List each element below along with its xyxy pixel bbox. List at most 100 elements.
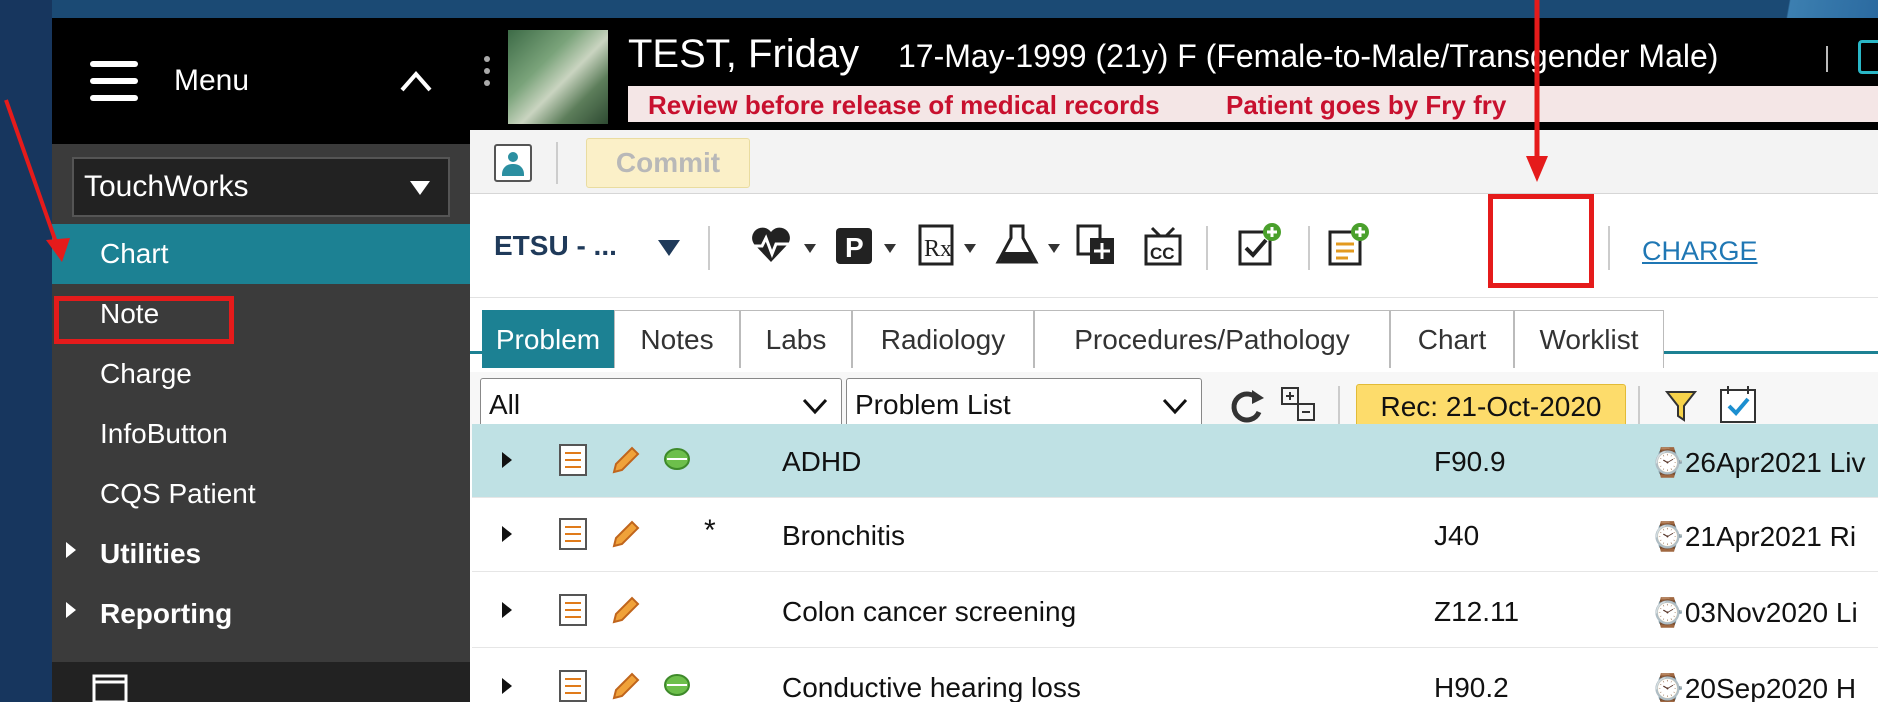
problem-detail-icon[interactable] [556,592,590,628]
patient-name[interactable]: TEST, Friday [628,32,859,77]
prescription-rx-icon[interactable]: Rx [914,222,960,268]
calendar-check-icon[interactable] [1718,384,1758,424]
expand-row-icon[interactable] [502,526,512,542]
toolbar-divider [556,142,558,184]
sidebar-item-chart[interactable]: Chart [52,224,470,284]
commit-button[interactable]: Commit [586,138,750,188]
chief-complaint-cc-icon[interactable]: CC [1140,222,1186,268]
sidebar-schedule-item[interactable] [52,662,470,702]
sidebar-item-label: Charge [100,358,192,389]
document-add-icon[interactable] [1074,222,1120,268]
problem-code: H90.2 [1434,672,1509,702]
slide-corner-accent [1728,0,1878,18]
problem-detail-icon[interactable] [556,516,590,552]
hamburger-icon[interactable] [90,61,138,101]
expand-arrow-icon [66,602,76,618]
heart-vitals-icon[interactable] [748,222,794,268]
new-note-icon[interactable] [1324,222,1370,268]
edit-pencil-icon[interactable] [608,442,642,478]
problem-date: ⌚03Nov2020 Li [1650,597,1858,628]
tab-problem[interactable]: Problem [482,310,614,368]
dropdown-caret-icon[interactable] [1048,244,1060,253]
problem-code: F90.9 [1434,446,1506,477]
refresh-icon[interactable] [1226,386,1266,426]
annotation-arrow-sidebar [4,99,70,262]
svg-text:CC: CC [1150,244,1175,263]
chevron-down-icon [1162,398,1188,415]
expand-row-icon[interactable] [502,678,512,694]
sidebar-group-reporting[interactable]: Reporting [52,584,470,644]
banner-info-icon[interactable] [1858,40,1878,74]
tab-notes[interactable]: Notes [614,310,740,368]
sidebar-item-infobutton[interactable]: InfoButton [52,404,470,464]
problem-name[interactable]: ADHD [782,446,861,478]
lab-flask-icon[interactable] [994,222,1040,268]
alert-release-review: Review before release of medical records [648,90,1160,120]
sidebar-group-label: Reporting [100,598,233,629]
problem-date: ⌚21Apr2021 Ri [1650,521,1857,552]
chevron-down-icon[interactable] [658,240,680,256]
problem-p-icon[interactable]: P [832,222,878,268]
tab-procedures-pathology[interactable]: Procedures/Pathology [1034,310,1390,368]
green-oval-icon [664,674,690,696]
dropdown-caret-icon[interactable] [804,244,816,253]
patient-alert-bar: Review before release of medical records… [628,86,1878,122]
problem-row[interactable]: ADHD F90.9 ⌚26Apr2021 Liv [472,424,1878,498]
toolbar-divider [1206,226,1208,270]
sidebar-item-label: Chart [100,238,169,269]
problem-code: Z12.11 [1434,596,1520,627]
list-select-value: Problem List [855,389,1011,420]
tab-labs[interactable]: Labs [740,310,852,368]
menu-label: Menu [174,64,250,97]
expand-row-icon[interactable] [502,452,512,468]
problem-name[interactable]: Bronchitis [782,520,905,552]
tab-worklist[interactable]: Worklist [1514,310,1664,368]
svg-text:P: P [845,232,864,263]
alert-preferred-name: Patient goes by Fry fry [1226,90,1507,120]
problem-name[interactable]: Conductive hearing loss [782,672,1081,702]
org-select[interactable]: ETSU - ... [494,230,617,262]
edit-pencil-icon[interactable] [608,592,642,628]
annotation-arrow-toolbar [1526,0,1548,182]
drag-handle-icon[interactable] [484,56,492,92]
chevron-up-icon[interactable] [396,62,436,102]
sidebar-group-utilities[interactable]: Utilities [52,524,470,584]
star-marker: * [704,514,716,547]
annotation-highlight-note [54,296,234,344]
toolbar-divider [1608,226,1610,270]
expand-collapse-icon[interactable] [1280,386,1318,424]
slide-top-strip [0,0,1878,18]
problem-row[interactable]: Conductive hearing loss H90.2 ⌚20Sep2020 H [472,650,1878,702]
problem-row[interactable]: Colon cancer screening Z12.11 ⌚03Nov2020 L… [472,574,1878,648]
sidebar-group-label: Utilities [100,538,202,569]
toolbar-divider [708,226,710,270]
problem-name[interactable]: Colon cancer screening [782,596,1076,628]
commit-toolbar: Commit [470,130,1878,194]
charge-link[interactable]: CHARGE [1642,236,1758,267]
toolbar-divider [1308,226,1310,270]
sidebar-item-label: CQS Patient [100,478,256,509]
problem-row[interactable]: * Bronchitis J40 ⌚21Apr2021 Ri [472,498,1878,572]
expand-row-icon[interactable] [502,602,512,618]
tab-chart[interactable]: Chart [1390,310,1514,368]
patient-profile-button[interactable] [494,144,532,182]
filter-funnel-icon[interactable] [1664,388,1698,424]
patient-photo[interactable] [508,30,608,124]
tab-radiology[interactable]: Radiology [852,310,1034,368]
toolbar-divider [1638,386,1640,426]
app-select[interactable]: TouchWorks [72,157,450,217]
dropdown-caret-icon[interactable] [884,244,896,253]
menu-header[interactable]: Menu [52,18,470,144]
edit-pencil-icon[interactable] [608,668,642,702]
problem-detail-icon[interactable] [556,668,590,702]
expand-arrow-icon [66,542,76,558]
annotation-highlight-new-note [1488,194,1594,288]
problem-detail-icon[interactable] [556,442,590,478]
sidebar-item-cqs-patient[interactable]: CQS Patient [52,464,470,524]
edit-pencil-icon[interactable] [608,516,642,552]
sidebar-item-label: InfoButton [100,418,228,449]
calendar-icon [92,674,128,702]
sidebar-item-charge[interactable]: Charge [52,344,470,404]
clipboard-check-add-icon[interactable] [1236,222,1282,268]
dropdown-caret-icon[interactable] [964,244,976,253]
